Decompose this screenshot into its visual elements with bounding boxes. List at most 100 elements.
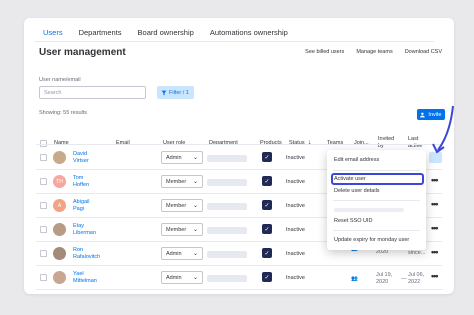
first-name: Abigail [73, 199, 90, 205]
product-icon: ✓ [262, 272, 272, 282]
avatar [53, 151, 66, 164]
manage-teams-link[interactable]: Manage teams [356, 49, 392, 55]
search-label: User name/email [39, 77, 81, 83]
last-name: Hoffen [73, 182, 90, 188]
role-value: Member [166, 178, 187, 185]
status-text: Inactive [286, 227, 305, 233]
row-actions-button[interactable]: ••• [431, 175, 439, 185]
chevron-down-icon: ⌄ [192, 203, 198, 209]
tab-bar: Users Departments Board ownership Automa… [35, 26, 296, 42]
row-divider [36, 289, 442, 290]
role-value: Member [166, 202, 187, 209]
chevron-down-icon: ⌄ [192, 155, 198, 161]
product-icon: ✓ [262, 152, 272, 162]
user-role-select[interactable]: Admin ⌄ [161, 247, 203, 260]
product-icon: ✓ [262, 200, 272, 210]
role-value: Member [166, 226, 187, 233]
row6-invited: — [401, 276, 407, 282]
avatar: TH [53, 175, 66, 188]
row-checkbox[interactable] [40, 250, 47, 257]
first-name: Yael [73, 271, 84, 277]
avatar [53, 271, 66, 284]
last-name: Virtser [73, 158, 89, 164]
row-checkbox[interactable] [40, 154, 47, 161]
row6-last-active: Jul 06, 2022 [408, 272, 425, 285]
status-text: Inactive [286, 155, 305, 161]
last-name: Rafalovitch [73, 254, 101, 260]
download-csv-link[interactable]: Download CSV [405, 49, 442, 55]
tab-board-ownership[interactable]: Board ownership [130, 26, 202, 42]
menu-divider [333, 200, 420, 201]
user-name-link[interactable]: Etay Liberman [73, 223, 96, 237]
chevron-down-icon: ⌄ [192, 179, 198, 185]
avatar [53, 223, 66, 236]
first-name: Etay [73, 223, 85, 229]
product-icon: ✓ [262, 224, 272, 234]
role-value: Admin [166, 154, 182, 161]
header-divider [36, 144, 442, 145]
tab-users[interactable]: Users [35, 26, 71, 42]
first-name: Ron [73, 247, 84, 253]
menu-reset-sso-uid[interactable]: Reset SSO UID [334, 216, 422, 226]
last-name: Pagi [73, 206, 85, 212]
product-icon: ✓ [262, 248, 272, 258]
chevron-down-icon: ⌄ [192, 227, 198, 233]
row6-joined: Jul 19, 2020 [376, 272, 393, 285]
filter-button[interactable]: Filter / 1 [157, 86, 194, 99]
tabs-divider [35, 41, 434, 42]
row-checkbox[interactable] [40, 178, 47, 185]
menu-update-expiry[interactable]: Update expiry for monday user [334, 235, 422, 245]
user-name-link[interactable]: Tom Hoffen [73, 175, 89, 189]
department-placeholder[interactable] [207, 227, 247, 234]
user-name-link[interactable]: Abigail Pagi [73, 199, 90, 213]
department-placeholder[interactable] [207, 275, 247, 282]
department-placeholder[interactable] [207, 179, 247, 186]
last-name: Liberman [73, 230, 96, 236]
department-placeholder[interactable] [207, 203, 247, 210]
row-checkbox[interactable] [40, 202, 47, 209]
role-value: Admin [166, 250, 182, 257]
tab-departments[interactable]: Departments [71, 26, 130, 42]
first-name: Tom [73, 175, 84, 181]
status-text: Inactive [286, 203, 305, 209]
activate-user-highlight [331, 173, 424, 185]
menu-edit-email[interactable]: Edit email address [334, 155, 422, 165]
user-role-select[interactable]: Member ⌄ [161, 175, 203, 188]
user-name-link[interactable]: David Virtser [73, 151, 89, 165]
status-text: Inactive [286, 251, 305, 257]
pointer-arrow-icon [432, 105, 454, 154]
page-title: User management [39, 47, 126, 58]
menu-disabled-bar [334, 208, 404, 212]
user-name-link[interactable]: Ron Rafalovitch [73, 247, 100, 261]
last-name: Mittelman [73, 278, 97, 284]
user-role-select[interactable]: Member ⌄ [161, 199, 203, 212]
see-billed-users-link[interactable]: See billed users [305, 49, 344, 55]
tab-automations-ownership[interactable]: Automations ownership [202, 26, 296, 42]
row-actions-menu: Edit email address Activate user Delete … [327, 150, 426, 250]
menu-delete-user-details[interactable]: Delete user details [334, 186, 422, 196]
row-actions-button[interactable]: ••• [431, 223, 439, 233]
chevron-down-icon: ⌄ [192, 251, 198, 257]
status-text: Inactive [286, 179, 305, 185]
top-links: See billed users Manage teams Download C… [305, 49, 442, 55]
avatar: A [53, 199, 66, 212]
row6-teams-icon: 👥 [351, 276, 358, 282]
user-role-select[interactable]: Admin ⌄ [161, 271, 203, 284]
user-name-link[interactable]: Yael Mittelman [73, 271, 97, 285]
department-placeholder[interactable] [207, 155, 247, 162]
row-checkbox[interactable] [40, 226, 47, 233]
role-value: Admin [166, 274, 182, 281]
menu-divider [333, 230, 420, 231]
user-role-select[interactable]: Admin ⌄ [161, 151, 203, 164]
product-icon: ✓ [262, 176, 272, 186]
first-name: David [73, 151, 88, 157]
row-actions-button[interactable]: ••• [431, 199, 439, 209]
department-placeholder[interactable] [207, 251, 247, 258]
filter-icon [161, 90, 167, 95]
filter-label: Filter / 1 [169, 89, 189, 96]
menu-disabled-option [334, 205, 422, 215]
search-input[interactable]: Search [39, 86, 146, 99]
row-checkbox[interactable] [40, 274, 47, 281]
menu-divider [333, 170, 420, 171]
user-role-select[interactable]: Member ⌄ [161, 223, 203, 236]
